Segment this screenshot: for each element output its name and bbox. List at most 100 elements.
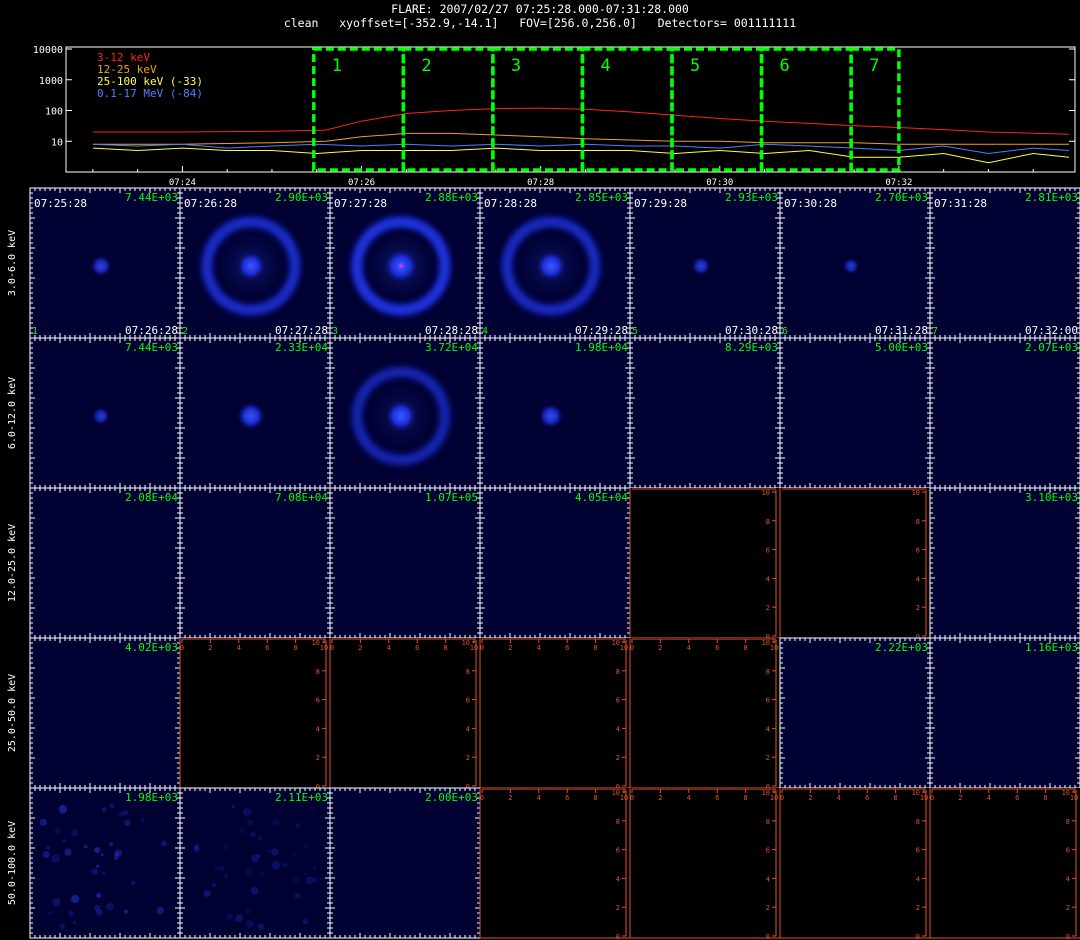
empty-y-tick-label: 6: [766, 847, 770, 855]
peak-label: 1.07E+05: [425, 491, 478, 504]
noise-speck: [303, 843, 308, 849]
peak-label: 2.22E+03: [875, 641, 928, 654]
noise-speck: [213, 866, 219, 872]
noise-speck: [267, 849, 272, 853]
empty-y-tick-label: 8: [316, 668, 320, 676]
empty-x-tick-label: 0: [630, 644, 634, 652]
end-time-label: 07:32:00: [1025, 324, 1078, 337]
empty-x-tick-label: 4: [687, 644, 691, 652]
empty-y-tick-label: 10: [912, 489, 920, 497]
source: [537, 402, 565, 430]
cell-bg: [480, 488, 630, 638]
empty-y-tick-label: 0: [616, 933, 620, 940]
empty-cell-bg: [330, 638, 480, 788]
noise-speck: [302, 918, 308, 925]
cell-bg: [30, 638, 180, 788]
image-cell: 0246810: [629, 488, 780, 641]
empty-x-tick-label: 8: [1043, 794, 1047, 802]
peak-label: 2.88E+03: [425, 191, 478, 204]
noise-speck: [245, 908, 252, 914]
empty-y-tick-label: 0: [916, 933, 920, 940]
empty-y-tick-label: 4: [916, 875, 920, 883]
image-cell: 2.70E+03 07:30:28 07:31:28 6: [779, 187, 931, 339]
noise-speck: [96, 908, 103, 916]
figure-canvas: FLARE: 2007/02/27 07:25:28.000-07:31:28.…: [7, 2, 1080, 940]
source: [89, 254, 113, 278]
noise-speck: [70, 828, 79, 837]
image-cell: 00224466881010: [629, 638, 780, 791]
peak-label: 1.98E+04: [575, 341, 628, 354]
peak-label: 2.11E+03: [275, 791, 328, 804]
noise-speck: [292, 876, 300, 883]
image-cell: 00224466881010: [929, 788, 1080, 940]
noise-speck: [260, 872, 265, 876]
start-time-label: 07:29:28: [634, 197, 687, 210]
empty-y-tick-label: 8: [766, 668, 770, 676]
x-tick-label: 07:28: [527, 178, 554, 188]
empty-x-tick-label: 2: [958, 794, 962, 802]
empty-y-tick-label: 0: [1066, 933, 1070, 940]
empty-x-tick-label: 8: [743, 644, 747, 652]
empty-x-tick-label: 6: [565, 644, 569, 652]
image-cell: 00224466881010: [479, 788, 630, 940]
source: [690, 255, 712, 277]
noise-speck: [226, 913, 234, 920]
cell-bg: [930, 638, 1080, 788]
start-time-label: 07:28:28: [484, 197, 537, 210]
image-grid: 3.0-6.0 keV6.0-12.0 keV12.0-25.0 keV25.0…: [7, 187, 1080, 940]
image-cell: 2.33E+04: [179, 337, 331, 489]
empty-cell-bg: [780, 488, 930, 638]
peak-label: 2.00E+03: [425, 791, 478, 804]
empty-x-tick-label: 10: [1070, 794, 1078, 802]
image-cell: 2.11E+03: [179, 787, 331, 939]
image-cell: 2.07E+03: [929, 337, 1080, 489]
image-cell: 4.05E+04: [479, 487, 631, 639]
empty-x-tick-label: 6: [565, 794, 569, 802]
noise-speck: [271, 861, 281, 870]
empty-x-tick-label: 2: [358, 644, 362, 652]
noise-speck: [247, 819, 254, 826]
empty-x-tick-label: 4: [837, 794, 841, 802]
x-tick-label: 07:30: [706, 178, 733, 188]
noise-speck: [96, 892, 102, 898]
source: [383, 248, 419, 284]
noise-speck: [48, 911, 52, 915]
empty-y-tick-label: 8: [1066, 818, 1070, 826]
figure-subtitle: clean xyoffset=[-352.9,-14.1] FOV=[256.0…: [284, 16, 796, 30]
peak-label: 3.72E+04: [425, 341, 478, 354]
noise-speck: [73, 921, 77, 925]
start-time-label: 07:30:28: [784, 197, 837, 210]
peak-label: 1.98E+03: [125, 791, 178, 804]
peak-label: 2.08E+04: [125, 491, 178, 504]
x-tick-label: 07:26: [348, 178, 375, 188]
empty-y-tick-label: 8: [616, 818, 620, 826]
y-tick-label: 10: [51, 137, 63, 148]
peak-label: 4.05E+04: [575, 491, 628, 504]
empty-x-tick-label: 10: [620, 644, 628, 652]
interval-number: 5: [632, 326, 638, 337]
empty-x-tick-label: 4: [987, 794, 991, 802]
interval-label: 7: [869, 56, 879, 76]
empty-x-tick-label: 6: [715, 644, 719, 652]
image-cell: 00224466881010: [329, 638, 480, 791]
cell-bg: [630, 338, 780, 488]
empty-x-tick-label: 10: [620, 794, 628, 802]
lightcurve-frame: [65, 46, 1076, 173]
x-tick-label: 07:24: [169, 178, 196, 188]
image-cell: 0246810: [779, 488, 930, 641]
noise-speck: [114, 849, 123, 857]
empty-y-tick-label: 2: [616, 754, 620, 762]
source: [534, 249, 568, 283]
start-time-label: 07:25:28: [34, 197, 87, 210]
noise-speck: [235, 914, 243, 923]
noise-speck: [109, 842, 114, 847]
legend-entry: 0.1-17 MeV (-84): [97, 87, 203, 100]
empty-x-tick-label: 0: [930, 794, 934, 802]
empty-cell-bg: [630, 488, 780, 638]
empty-y-tick-label: 2: [766, 754, 770, 762]
noise-speck: [223, 844, 229, 850]
cell-bg: [330, 488, 480, 638]
source: [235, 250, 267, 282]
interval-number: 3: [332, 326, 338, 337]
peak-label: 2.81E+03: [1025, 191, 1078, 204]
